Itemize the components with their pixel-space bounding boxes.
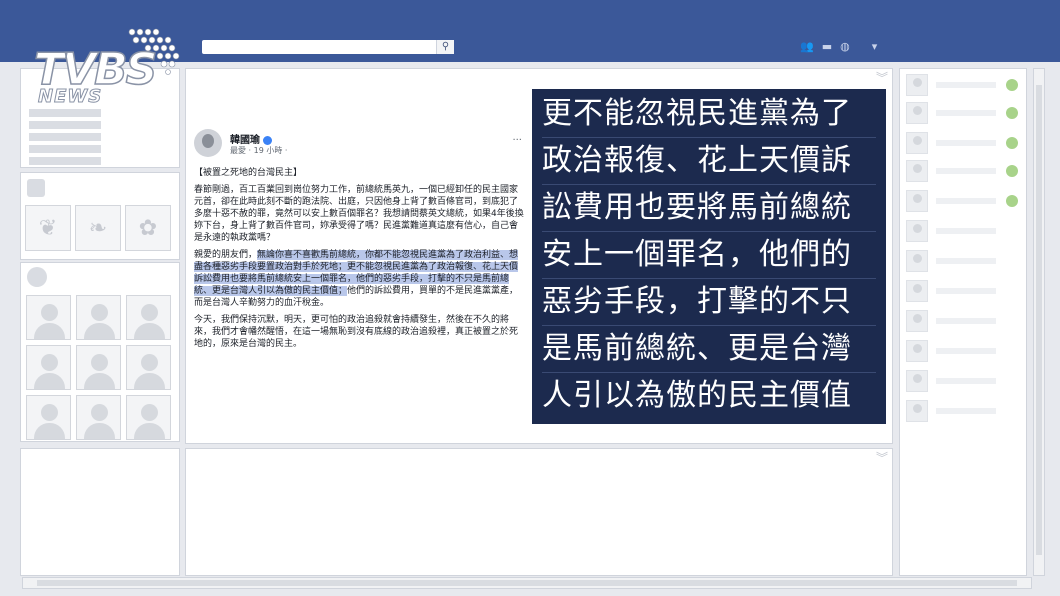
chat-contact[interactable] [906, 132, 1022, 154]
friend-avatar[interactable] [76, 295, 121, 340]
contact-avatar [906, 250, 928, 272]
friends-panel [20, 262, 180, 442]
chat-contact[interactable] [906, 160, 1022, 182]
friend-avatar[interactable] [26, 395, 71, 440]
friend-avatar[interactable] [126, 295, 171, 340]
friend-avatar[interactable] [26, 295, 71, 340]
contact-name-placeholder [936, 378, 996, 384]
quote-line: 是馬前總統、更是台灣 [542, 326, 876, 373]
second-post-panel: ︾ [185, 448, 893, 576]
scrollbar-thumb[interactable] [37, 580, 1017, 586]
author-avatar[interactable] [194, 129, 222, 157]
contact-avatar [906, 132, 928, 154]
chevron-down-icon[interactable]: ︾ [876, 449, 888, 466]
logo-sub: NEWS [37, 86, 103, 108]
account-menu-icon[interactable]: ▾ [872, 40, 878, 54]
chat-contact[interactable] [906, 102, 1022, 124]
post-body: 【被置之死地的台灣民主】 春節剛過，百工百業回到崗位努力工作，前總統馬英九，一個… [194, 167, 526, 355]
photo-icon [27, 179, 45, 197]
quote-line: 人引以為傲的民主價值 [542, 378, 852, 413]
left-bottom-panel [20, 448, 180, 576]
contact-name-placeholder [936, 228, 996, 234]
search-input[interactable]: ⚲ [202, 40, 454, 54]
contact-name-placeholder [936, 318, 996, 324]
chat-contact[interactable] [906, 310, 1022, 332]
post-meta: 最愛 · 19 小時 · [230, 146, 288, 155]
profile-placeholder-lines [29, 109, 101, 169]
butterfly-photo-icon[interactable]: ❦ [25, 205, 71, 251]
quote-line: 訟費用也要將馬前總統 [542, 185, 876, 232]
friend-avatar[interactable] [76, 345, 121, 390]
contact-name-placeholder [936, 348, 996, 354]
online-status-icon [1006, 79, 1018, 91]
quote-line: 政治報復、花上天價訴 [542, 138, 876, 185]
paragraph-start: 親愛的朋友們， [194, 250, 258, 260]
contact-avatar [906, 160, 928, 182]
online-status-icon [1006, 137, 1018, 149]
friend-avatar[interactable] [126, 345, 171, 390]
chat-contact[interactable] [906, 250, 1022, 272]
contact-avatar [906, 310, 928, 332]
flower-photo-icon[interactable]: ✿ [125, 205, 171, 251]
vertical-scrollbar[interactable] [1033, 68, 1045, 576]
chat-contact[interactable] [906, 400, 1022, 422]
post-title: 【被置之死地的台灣民主】 [194, 168, 303, 178]
friend-avatar[interactable] [26, 345, 71, 390]
chat-contact[interactable] [906, 190, 1022, 212]
verified-badge-icon [263, 135, 272, 145]
chat-contact[interactable] [906, 280, 1022, 302]
author-name-row[interactable]: 韓國瑜 [230, 131, 272, 146]
contact-name-placeholder [936, 82, 996, 88]
contact-name-placeholder [936, 258, 996, 264]
online-status-icon [1006, 165, 1018, 177]
chat-contact[interactable] [906, 220, 1022, 242]
tvbs-news-logo: TVBS NEWS [24, 26, 194, 110]
post-paragraph: 春節剛過，百工百業回到崗位努力工作，前總統馬英九，一個已經卸任的民主國家元首，卻… [194, 185, 524, 243]
top-icons: 👥 ▬ ◍ ▾ [800, 40, 877, 54]
contact-name-placeholder [936, 168, 996, 174]
quote-line: 惡劣手段，打擊的不只 [542, 279, 876, 326]
quote-line: 安上一個罪名，他們的 [542, 232, 876, 279]
contact-name-placeholder [936, 408, 996, 414]
chat-contact[interactable] [906, 370, 1022, 392]
contact-name-placeholder [936, 288, 996, 294]
post-paragraph: 今天，我們保持沉默，明天，更可怕的政治追殺就會持續發生，然後在不久的將來，我們才… [194, 315, 519, 349]
chat-contact[interactable] [906, 340, 1022, 362]
friends-group-icon [27, 267, 47, 287]
friends-icon[interactable]: 👥 [800, 40, 814, 54]
contact-name-placeholder [936, 198, 996, 204]
contact-name-placeholder [936, 140, 996, 146]
chevron-down-icon[interactable]: ︾ [876, 69, 888, 86]
chat-contact[interactable] [906, 74, 1022, 96]
quote-overlay: 更不能忽視民進黨為了 政治報復、花上天價訴 訟費用也要將馬前總統 安上一個罪名，… [532, 89, 886, 424]
contact-avatar [906, 340, 928, 362]
contact-avatar [906, 400, 928, 422]
messages-icon[interactable]: ▬ [822, 40, 832, 54]
online-status-icon [1006, 107, 1018, 119]
contact-avatar [906, 190, 928, 212]
contact-name-placeholder [936, 110, 996, 116]
friend-avatar[interactable] [126, 395, 171, 440]
notifications-icon[interactable]: ◍ [840, 40, 850, 54]
online-status-icon [1006, 195, 1018, 207]
contact-avatar [906, 74, 928, 96]
horizontal-scrollbar[interactable] [22, 577, 1032, 589]
scrollbar-thumb[interactable] [1036, 85, 1042, 555]
friend-avatar[interactable] [76, 395, 121, 440]
contact-avatar [906, 102, 928, 124]
quote-line: 更不能忽視民進黨為了 [542, 91, 876, 138]
leaf-photo-icon[interactable]: ❧ [75, 205, 121, 251]
search-icon[interactable]: ⚲ [436, 40, 454, 54]
post-paragraph: 親愛的朋友們，無論你喜不喜歡馬前總統，你都不能忽視民進黨為了政治利益、想盡各種惡… [194, 249, 526, 309]
contact-avatar [906, 220, 928, 242]
photos-panel: ❦ ❧ ✿ [20, 172, 180, 260]
contact-avatar [906, 280, 928, 302]
contact-avatar [906, 370, 928, 392]
more-options-icon[interactable]: ··· [512, 135, 522, 146]
